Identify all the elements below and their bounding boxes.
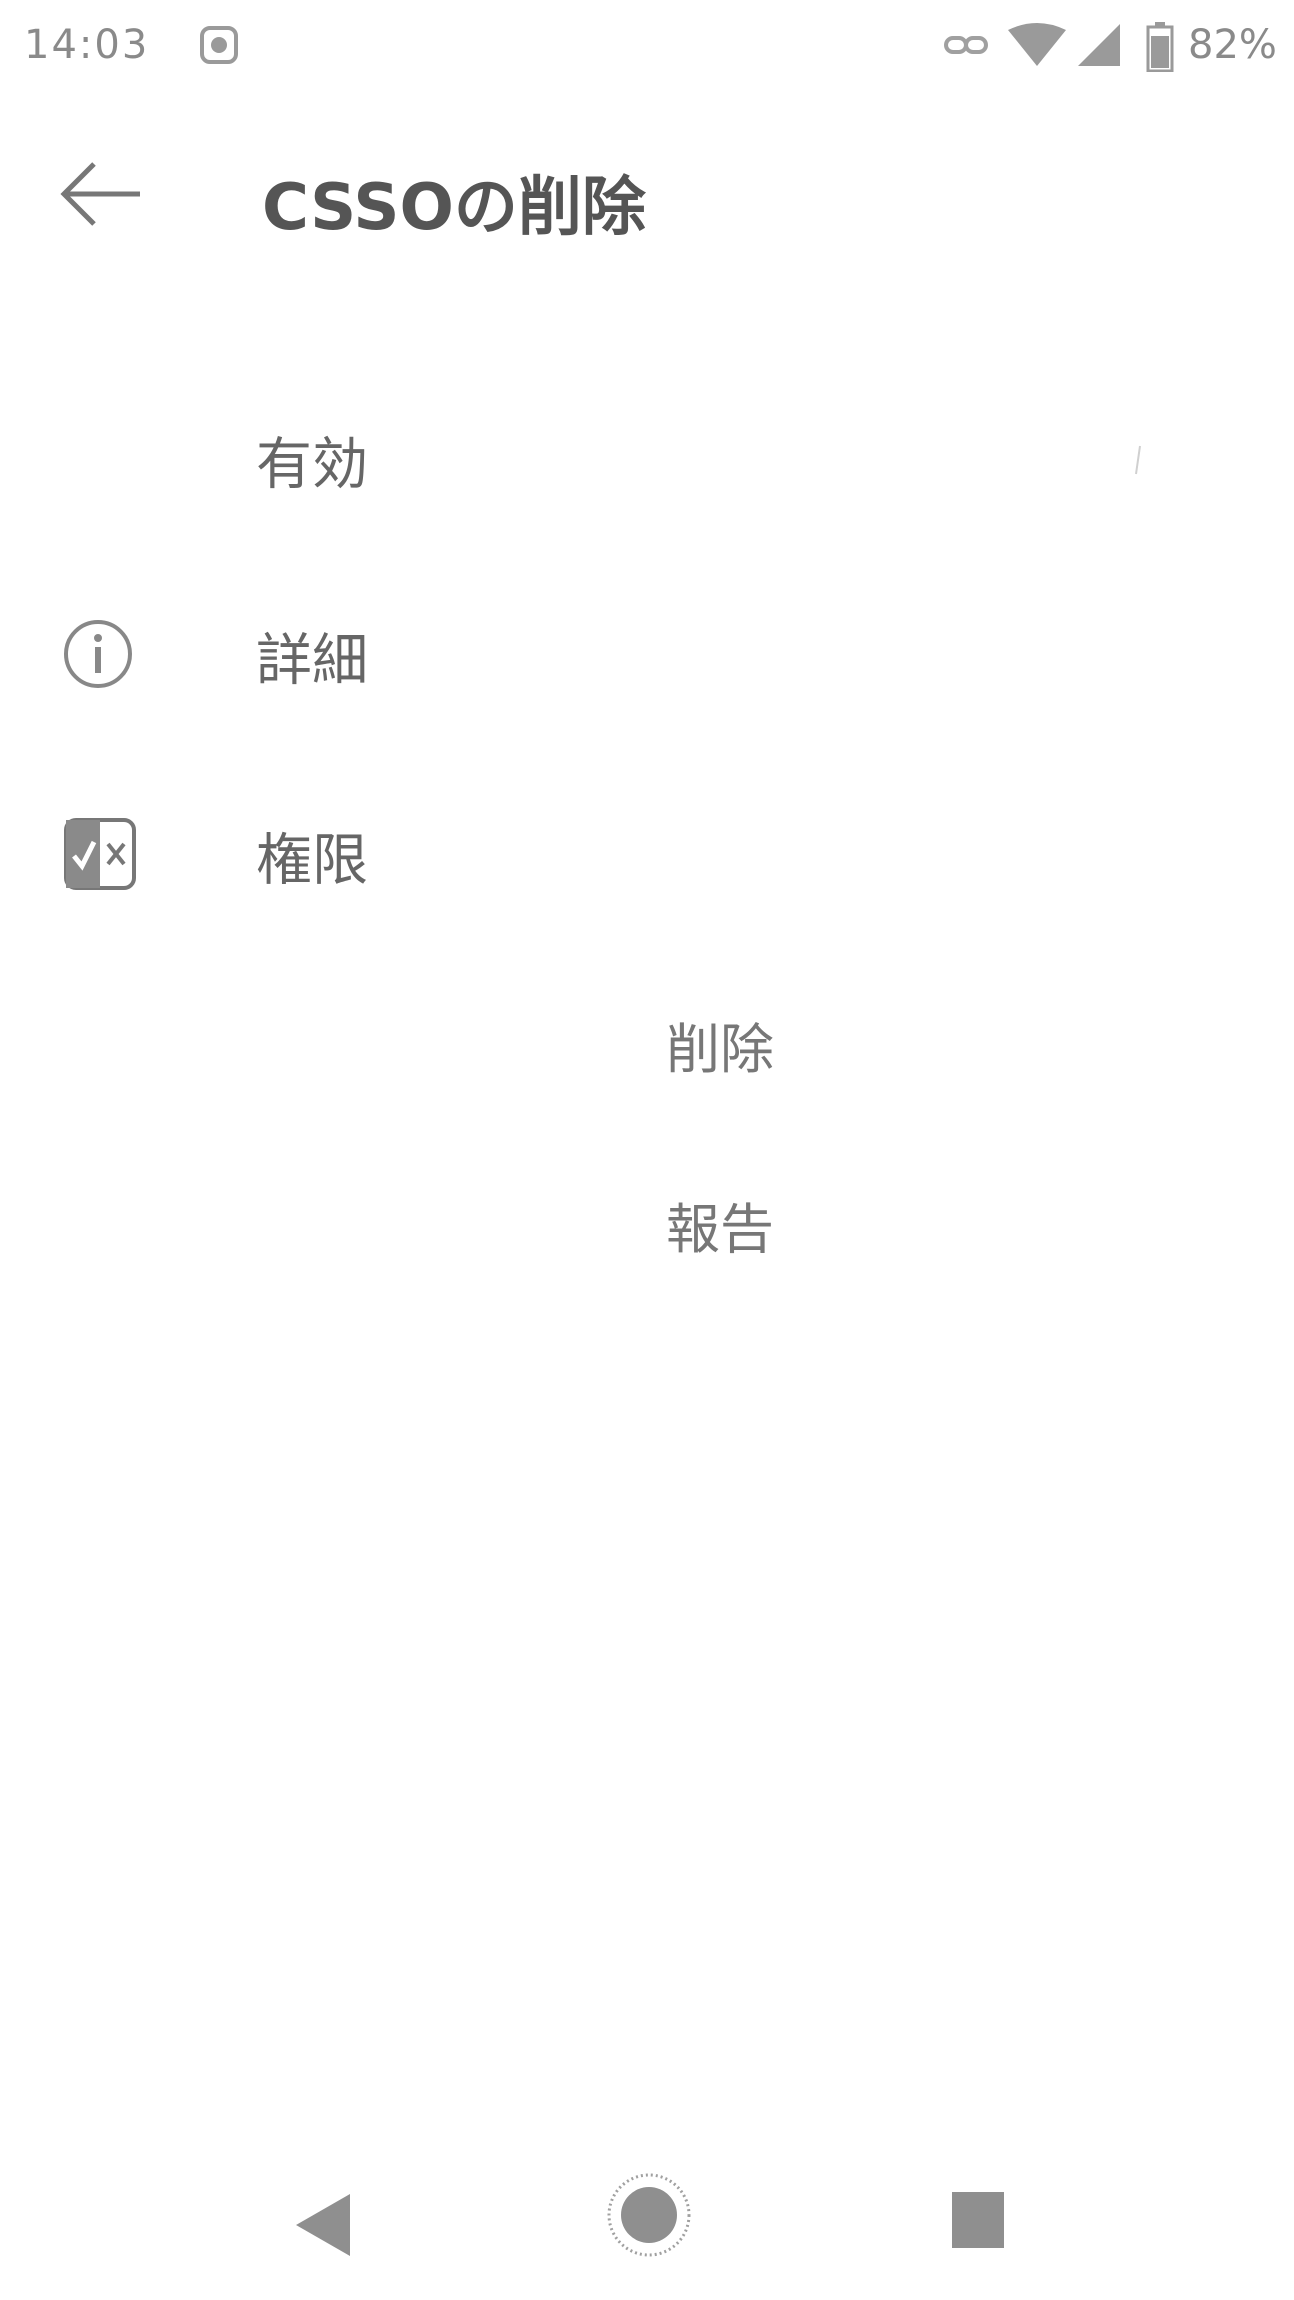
nav-home-button[interactable] [604, 2170, 694, 2264]
details-label: 詳細 [256, 628, 368, 694]
app-bar: CSSOの削除 [0, 96, 1294, 288]
info-icon [62, 618, 134, 694]
app-info-screen: 14:03 82% CSSOの削除 有効 詳細 権限 削除 報告 [0, 0, 1294, 2300]
nav-back-button[interactable] [290, 2190, 354, 2264]
enabled-row[interactable]: 有効 [0, 380, 1294, 540]
status-time: 14:03 [24, 22, 150, 68]
arrow-left-icon [60, 162, 140, 226]
permission-icon [62, 816, 138, 896]
page-title: CSSOの削除 [262, 171, 646, 245]
enabled-label: 有効 [256, 432, 368, 498]
report-button[interactable]: 報告 [520, 1164, 920, 1284]
circle-home-icon [607, 2173, 691, 2257]
delete-button[interactable]: 削除 [520, 984, 920, 1104]
nav-recents-button[interactable] [950, 2190, 1006, 2254]
triangle-back-icon [296, 2194, 350, 2256]
details-row[interactable]: 詳細 [0, 576, 1294, 736]
notification-icon [196, 22, 242, 72]
enabled-toggle[interactable] [1118, 440, 1158, 480]
navigation-bar [0, 2150, 1294, 2300]
battery-icon [1146, 22, 1174, 76]
status-bar: 14:03 82% [0, 0, 1294, 96]
square-recents-icon [952, 2192, 1004, 2248]
permissions-row[interactable]: 権限 [0, 776, 1294, 936]
signal-icon [1076, 22, 1122, 72]
back-button[interactable] [50, 154, 150, 234]
link-icon [942, 22, 990, 72]
wifi-icon [1006, 22, 1068, 72]
permissions-label: 権限 [256, 828, 368, 894]
battery-percent: 82% [1188, 22, 1277, 68]
